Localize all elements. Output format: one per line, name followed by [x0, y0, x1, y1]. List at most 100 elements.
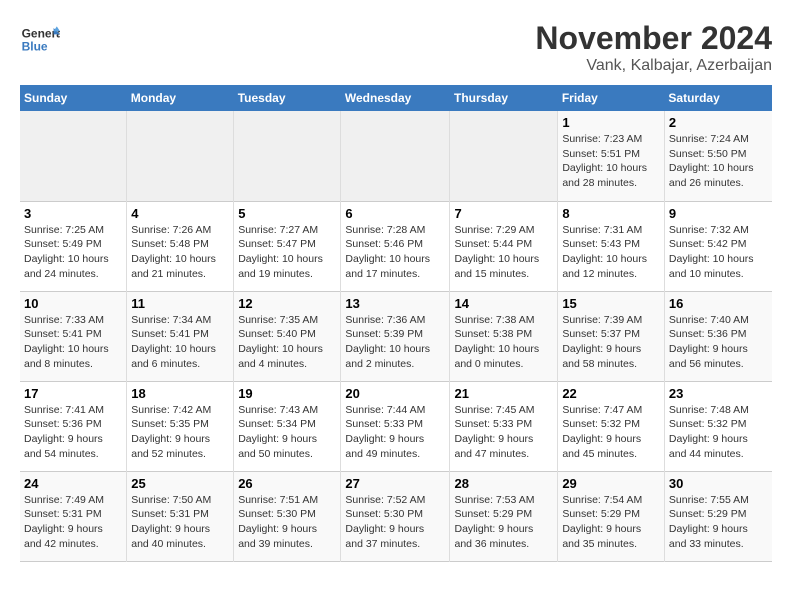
day-cell: 13Sunrise: 7:36 AM Sunset: 5:39 PM Dayli… [341, 291, 450, 381]
day-cell [234, 111, 341, 201]
day-cell: 20 Sunrise: 7:44 AM Sunset: 5:33 PM Dayli… [341, 381, 450, 471]
day-info: Sunrise: 7:41 AM Sunset: 5:36 PM Dayligh… [24, 403, 122, 462]
day-number: 26 [238, 476, 336, 491]
day-cell: 19 Sunrise: 7:43 AM Sunset: 5:34 PM Dayli… [234, 381, 341, 471]
day-info: Sunrise: 7:25 AM Sunset: 5:49 PM Dayligh… [24, 223, 122, 282]
day-info: Sunrise: 7:23 AM Sunset: 5:51 PM Dayligh… [562, 132, 660, 191]
weekday-header-monday: Monday [127, 85, 234, 111]
week-row-2: 3 Sunrise: 7:25 AM Sunset: 5:49 PM Daylig… [20, 201, 772, 291]
day-info: Sunrise: 7:54 AM Sunset: 5:29 PM Dayligh… [562, 493, 660, 552]
day-cell: 26 Sunrise: 7:51 AM Sunset: 5:30 PM Dayli… [234, 471, 341, 561]
day-cell: 8Sunrise: 7:31 AM Sunset: 5:43 PM Daylig… [558, 201, 665, 291]
day-info: Sunrise: 7:35 AM Sunset: 5:40 PM Dayligh… [238, 313, 336, 372]
day-number: 19 [238, 386, 336, 401]
day-number: 3 [24, 206, 122, 221]
day-cell: 7 Sunrise: 7:29 AM Sunset: 5:44 PM Daylig… [450, 201, 558, 291]
day-number: 9 [669, 206, 768, 221]
day-info: Sunrise: 7:48 AM Sunset: 5:32 PM Dayligh… [669, 403, 768, 462]
weekday-header-thursday: Thursday [450, 85, 558, 111]
day-number: 27 [345, 476, 445, 491]
day-number: 30 [669, 476, 768, 491]
weekday-header-tuesday: Tuesday [234, 85, 341, 111]
location: Vank, Kalbajar, Azerbaijan [535, 57, 772, 75]
day-cell: 27 Sunrise: 7:52 AM Sunset: 5:30 PM Dayli… [341, 471, 450, 561]
day-cell: 14 Sunrise: 7:38 AM Sunset: 5:38 PM Dayli… [450, 291, 558, 381]
day-cell: 18 Sunrise: 7:42 AM Sunset: 5:35 PM Dayli… [127, 381, 234, 471]
day-info: Sunrise: 7:26 AM Sunset: 5:48 PM Dayligh… [131, 223, 229, 282]
weekday-header-sunday: Sunday [20, 85, 127, 111]
day-number: 25 [131, 476, 229, 491]
day-cell: 22 Sunrise: 7:47 AM Sunset: 5:32 PM Dayli… [558, 381, 665, 471]
day-number: 2 [669, 115, 768, 130]
day-number: 22 [562, 386, 660, 401]
day-number: 12 [238, 296, 336, 311]
day-number: 5 [238, 206, 336, 221]
day-cell: 5Sunrise: 7:27 AM Sunset: 5:47 PM Daylig… [234, 201, 341, 291]
day-info: Sunrise: 7:45 AM Sunset: 5:33 PM Dayligh… [454, 403, 553, 462]
month-title: November 2024 [535, 20, 772, 57]
day-info: Sunrise: 7:38 AM Sunset: 5:38 PM Dayligh… [454, 313, 553, 372]
day-cell [127, 111, 234, 201]
day-info: Sunrise: 7:47 AM Sunset: 5:32 PM Dayligh… [562, 403, 660, 462]
calendar-table: SundayMondayTuesdayWednesdayThursdayFrid… [20, 85, 772, 562]
day-info: Sunrise: 7:52 AM Sunset: 5:30 PM Dayligh… [345, 493, 445, 552]
day-cell: 9 Sunrise: 7:32 AM Sunset: 5:42 PM Daylig… [664, 201, 772, 291]
day-cell [341, 111, 450, 201]
day-info: Sunrise: 7:43 AM Sunset: 5:34 PM Dayligh… [238, 403, 336, 462]
day-info: Sunrise: 7:55 AM Sunset: 5:29 PM Dayligh… [669, 493, 768, 552]
weekday-header-friday: Friday [558, 85, 665, 111]
day-cell: 12 Sunrise: 7:35 AM Sunset: 5:40 PM Dayli… [234, 291, 341, 381]
day-number: 23 [669, 386, 768, 401]
day-cell: 10 Sunrise: 7:33 AM Sunset: 5:41 PM Dayli… [20, 291, 127, 381]
day-number: 13 [345, 296, 445, 311]
day-cell: 2 Sunrise: 7:24 AM Sunset: 5:50 PM Daylig… [664, 111, 772, 201]
day-cell: 1 Sunrise: 7:23 AM Sunset: 5:51 PM Daylig… [558, 111, 665, 201]
day-info: Sunrise: 7:50 AM Sunset: 5:31 PM Dayligh… [131, 493, 229, 552]
day-info: Sunrise: 7:32 AM Sunset: 5:42 PM Dayligh… [669, 223, 768, 282]
day-info: Sunrise: 7:53 AM Sunset: 5:29 PM Dayligh… [454, 493, 553, 552]
day-cell: 25 Sunrise: 7:50 AM Sunset: 5:31 PM Dayli… [127, 471, 234, 561]
day-cell: 3 Sunrise: 7:25 AM Sunset: 5:49 PM Daylig… [20, 201, 127, 291]
day-number: 7 [454, 206, 553, 221]
day-info: Sunrise: 7:24 AM Sunset: 5:50 PM Dayligh… [669, 132, 768, 191]
day-cell: 15Sunrise: 7:39 AM Sunset: 5:37 PM Dayli… [558, 291, 665, 381]
day-info: Sunrise: 7:44 AM Sunset: 5:33 PM Dayligh… [345, 403, 445, 462]
day-number: 8 [562, 206, 660, 221]
week-row-5: 24 Sunrise: 7:49 AM Sunset: 5:31 PM Dayli… [20, 471, 772, 561]
day-number: 24 [24, 476, 122, 491]
day-info: Sunrise: 7:51 AM Sunset: 5:30 PM Dayligh… [238, 493, 336, 552]
day-number: 16 [669, 296, 768, 311]
day-cell: 6Sunrise: 7:28 AM Sunset: 5:46 PM Daylig… [341, 201, 450, 291]
weekday-header-row: SundayMondayTuesdayWednesdayThursdayFrid… [20, 85, 772, 111]
week-row-4: 17 Sunrise: 7:41 AM Sunset: 5:36 PM Dayli… [20, 381, 772, 471]
day-cell: 29Sunrise: 7:54 AM Sunset: 5:29 PM Dayli… [558, 471, 665, 561]
title-block: November 2024 Vank, Kalbajar, Azerbaijan [535, 20, 772, 75]
day-number: 14 [454, 296, 553, 311]
week-row-1: 1 Sunrise: 7:23 AM Sunset: 5:51 PM Daylig… [20, 111, 772, 201]
day-cell: 17 Sunrise: 7:41 AM Sunset: 5:36 PM Dayli… [20, 381, 127, 471]
day-number: 6 [345, 206, 445, 221]
day-info: Sunrise: 7:49 AM Sunset: 5:31 PM Dayligh… [24, 493, 122, 552]
day-cell: 23 Sunrise: 7:48 AM Sunset: 5:32 PM Dayli… [664, 381, 772, 471]
day-number: 10 [24, 296, 122, 311]
page-header: General Blue November 2024 Vank, Kalbaja… [20, 20, 772, 75]
day-info: Sunrise: 7:29 AM Sunset: 5:44 PM Dayligh… [454, 223, 553, 282]
day-number: 17 [24, 386, 122, 401]
day-cell: 30 Sunrise: 7:55 AM Sunset: 5:29 PM Dayli… [664, 471, 772, 561]
day-cell [20, 111, 127, 201]
day-cell: 11Sunrise: 7:34 AM Sunset: 5:41 PM Dayli… [127, 291, 234, 381]
day-info: Sunrise: 7:42 AM Sunset: 5:35 PM Dayligh… [131, 403, 229, 462]
day-cell: 4Sunrise: 7:26 AM Sunset: 5:48 PM Daylig… [127, 201, 234, 291]
day-number: 18 [131, 386, 229, 401]
day-cell: 28 Sunrise: 7:53 AM Sunset: 5:29 PM Dayli… [450, 471, 558, 561]
day-info: Sunrise: 7:39 AM Sunset: 5:37 PM Dayligh… [562, 313, 660, 372]
day-number: 1 [562, 115, 660, 130]
week-row-3: 10 Sunrise: 7:33 AM Sunset: 5:41 PM Dayli… [20, 291, 772, 381]
svg-text:Blue: Blue [22, 39, 48, 53]
day-cell: 21Sunrise: 7:45 AM Sunset: 5:33 PM Dayli… [450, 381, 558, 471]
day-number: 28 [454, 476, 553, 491]
day-info: Sunrise: 7:40 AM Sunset: 5:36 PM Dayligh… [669, 313, 768, 372]
logo-icon: General Blue [20, 20, 60, 60]
day-number: 20 [345, 386, 445, 401]
day-info: Sunrise: 7:33 AM Sunset: 5:41 PM Dayligh… [24, 313, 122, 372]
